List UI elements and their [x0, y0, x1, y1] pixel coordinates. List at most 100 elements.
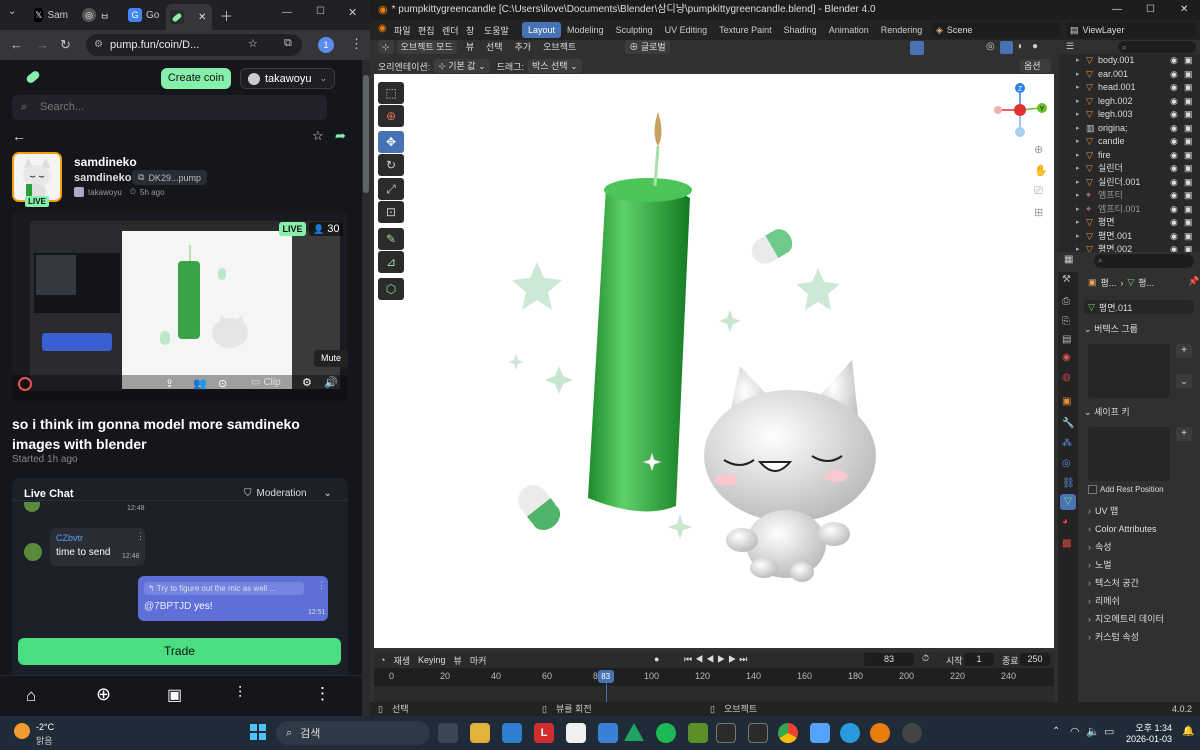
maximize-icon[interactable]: ☐	[316, 6, 325, 17]
search-input[interactable]: ⌕ Search...	[12, 95, 327, 120]
expand-arrow-icon[interactable]: ▸	[1076, 176, 1080, 190]
shading-solid-icon[interactable]	[1000, 41, 1013, 54]
modifier-tab-icon[interactable]: 🔧	[1062, 418, 1074, 429]
outliner-row[interactable]: ▸ ▽ 실린더 ◉ ▣	[1058, 162, 1200, 176]
visibility-eye-icon[interactable]: ◉	[1170, 54, 1178, 68]
visibility-eye-icon[interactable]: ◉	[1170, 203, 1178, 217]
render-camera-icon[interactable]: ▣	[1184, 68, 1193, 82]
pin-icon[interactable]: 📌	[1188, 276, 1199, 287]
add-vertex-group-icon[interactable]: +	[1176, 344, 1192, 358]
end-frame-field[interactable]: 250	[1020, 653, 1050, 666]
expand-arrow-icon[interactable]: ▸	[1076, 54, 1080, 68]
tab-modeling[interactable]: Modeling	[561, 22, 610, 38]
reload-icon[interactable]: ↻	[60, 37, 71, 53]
zoom-icon[interactable]: ⊕	[1034, 143, 1043, 156]
tab-3[interactable]: G Go	[124, 4, 164, 26]
output-tab-icon[interactable]: ⎘	[1062, 316, 1070, 327]
video-camera-icon[interactable]: ▣	[167, 685, 182, 705]
visibility-eye-icon[interactable]: ◉	[1170, 149, 1178, 163]
spotify-icon[interactable]	[656, 723, 676, 743]
expand-arrow-icon[interactable]: ▸	[1076, 216, 1080, 230]
live-stream-video[interactable]	[12, 213, 347, 401]
visibility-eye-icon[interactable]: ◉	[1170, 176, 1178, 190]
world-tab-icon[interactable]: ◍	[1062, 372, 1071, 383]
shading-material-icon[interactable]: ◑	[1016, 41, 1022, 52]
expand-arrow-icon[interactable]: ▸	[1076, 108, 1080, 122]
app-l-icon[interactable]: L	[534, 723, 554, 743]
property-section[interactable]: › 지오메트리 데이터	[1084, 610, 1200, 628]
bookmark-star-icon[interactable]: ☆	[248, 37, 258, 50]
profile-avatar[interactable]: 1	[318, 37, 334, 53]
weather-temp[interactable]: -2°C	[36, 722, 54, 732]
add-cube-tool-icon[interactable]: ⬡	[378, 278, 404, 300]
expand-arrow-icon[interactable]: ▸	[1076, 203, 1080, 217]
outliner-row[interactable]: ▸ ▽ head.001 ◉ ▣	[1058, 81, 1200, 95]
property-section[interactable]: › 텍스처 공간	[1084, 574, 1200, 592]
render-camera-icon[interactable]: ▣	[1184, 81, 1193, 95]
expand-arrow-icon[interactable]: ▸	[1076, 135, 1080, 149]
3d-viewport[interactable]: Z Y	[374, 74, 1054, 648]
tab-animation[interactable]: Animation	[823, 22, 875, 38]
outliner-row[interactable]: ▸ ▽ candle ◉ ▣	[1058, 135, 1200, 149]
obs-icon[interactable]	[902, 723, 922, 743]
shape-keys-list[interactable]	[1088, 427, 1170, 481]
trade-button[interactable]: Trade	[18, 638, 341, 665]
tab-sculpting[interactable]: Sculpting	[610, 22, 659, 38]
timeline-editor-icon[interactable]: ◔	[380, 655, 385, 665]
tab-layout[interactable]: Layout	[522, 22, 562, 38]
menu-file[interactable]: 파일	[394, 24, 411, 37]
edge-icon[interactable]	[840, 723, 860, 743]
cursor-tool-icon[interactable]: ⊕	[378, 105, 404, 127]
chat-username[interactable]: CZbvtr	[56, 533, 83, 543]
site-info-icon[interactable]: ⚙	[94, 34, 103, 56]
gizmo-toggle-icon[interactable]	[910, 41, 924, 55]
close-tab-icon[interactable]: ✕	[198, 12, 206, 23]
record-clip-icon[interactable]: ⊙	[218, 377, 227, 390]
user-menu-button[interactable]: takawoyu ⌄	[240, 68, 335, 89]
grid-view-icon[interactable]: ⊞	[1034, 206, 1043, 219]
keyframe-dot-icon[interactable]: ●	[654, 654, 659, 664]
material-tab-icon[interactable]: ◕	[1062, 516, 1068, 527]
outliner-row[interactable]: ▸ ▽ 평면 ◉ ▣	[1058, 216, 1200, 230]
particles-tab-icon[interactable]: ⁂	[1062, 438, 1072, 449]
shading-wireframe-icon[interactable]: ◎	[986, 41, 995, 52]
expand-arrow-icon[interactable]: ▸	[1076, 122, 1080, 136]
outliner-row[interactable]: ▸ ▽ legh.003 ◉ ▣	[1058, 108, 1200, 122]
outliner-editor-icon[interactable]: ☰	[1066, 41, 1074, 52]
outliner-row[interactable]: ▸ ▥ origina; ◉ ▣	[1058, 122, 1200, 136]
object-tab-icon[interactable]: ▣	[1062, 396, 1071, 407]
minimize-icon[interactable]: —	[1112, 0, 1122, 20]
menu-object[interactable]: 오브젝트	[543, 42, 576, 52]
add-rest-position-checkbox[interactable]: Add Rest Position	[1088, 485, 1164, 494]
tab-2[interactable]: ◎ ㅂ	[78, 4, 122, 26]
more-icon[interactable]: ⋮	[314, 684, 331, 704]
battery-icon[interactable]: ▭	[1104, 725, 1114, 738]
expand-arrow-icon[interactable]: ▸	[1076, 189, 1080, 203]
message-menu-icon[interactable]: ⋮	[136, 531, 145, 542]
shape-keys-header[interactable]: ⌄ 셰이프 키	[1084, 405, 1130, 418]
task-view-icon[interactable]	[438, 723, 458, 743]
blender-logo-icon[interactable]: ◉	[378, 23, 387, 34]
expand-arrow-icon[interactable]: ▸	[1076, 68, 1080, 82]
tab-search-icon[interactable]: ⌄	[8, 6, 16, 17]
view-layer-tab-icon[interactable]: ▤	[1062, 334, 1071, 345]
share-icon[interactable]: ➦	[335, 128, 346, 144]
tab-texture-paint[interactable]: Texture Paint	[713, 22, 778, 38]
menu-view[interactable]: 뷰	[466, 42, 474, 52]
transform-orientation-dropdown[interactable]: ⊕ 글로벌	[625, 40, 670, 54]
camera-icon[interactable]: ⎚	[1034, 185, 1043, 198]
expand-arrow-icon[interactable]: ▸	[1076, 149, 1080, 163]
outliner-row[interactable]: ▸ ▽ 평면.001 ◉ ▣	[1058, 230, 1200, 244]
render-camera-icon[interactable]: ▣	[1184, 162, 1193, 176]
menu-kebab-icon[interactable]: ⋮	[350, 36, 363, 52]
notification-bell-icon[interactable]: 🔔	[1182, 726, 1194, 737]
render-camera-icon[interactable]: ▣	[1184, 216, 1193, 230]
taskbar-search[interactable]: ⌕ 검색	[276, 721, 430, 745]
timeline-view-menu[interactable]: 뷰	[454, 654, 462, 667]
render-camera-icon[interactable]: ▣	[1184, 108, 1193, 122]
visibility-eye-icon[interactable]: ◉	[1170, 216, 1178, 230]
object-mode-dropdown[interactable]: 오브젝트 모드	[396, 40, 457, 54]
start-frame-field[interactable]: 1	[964, 653, 994, 666]
contract-copy-button[interactable]: ⧉ DK29...pump	[132, 170, 207, 185]
outliner-row[interactable]: ▸ ⌖ 엠프티.001 ◉ ▣	[1058, 203, 1200, 217]
